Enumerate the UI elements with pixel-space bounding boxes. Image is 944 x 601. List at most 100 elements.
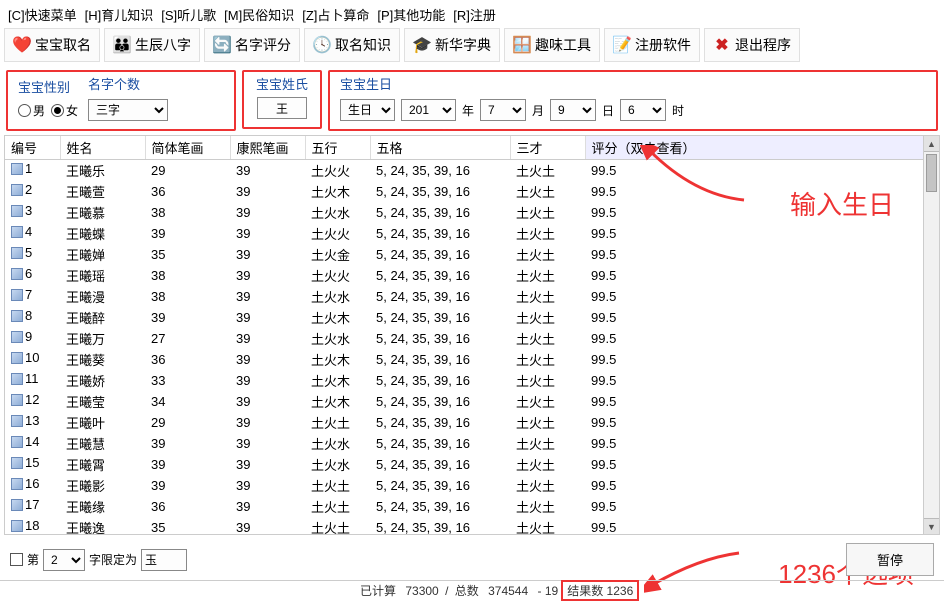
col-header-1[interactable]: 姓名 (60, 136, 145, 160)
row-icon (11, 415, 23, 427)
pause-button[interactable]: 暂停 (846, 543, 934, 576)
scroll-up-icon[interactable]: ▲ (924, 136, 939, 152)
select-month[interactable]: 7 (480, 99, 526, 121)
cell: 土火木 (305, 370, 370, 391)
table-row[interactable]: 2王曦萱3639土火木5, 24, 35, 39, 16土火土99.5 (5, 181, 939, 202)
col-header-5[interactable]: 五格 (370, 136, 510, 160)
menu-item-6[interactable]: [R]注册 (453, 5, 496, 24)
cell: 39 (230, 412, 305, 433)
select-hour[interactable]: 6 (620, 99, 666, 121)
menu-item-4[interactable]: [Z]占卜算命 (302, 5, 369, 24)
cell: 5, 24, 35, 39, 16 (370, 160, 510, 182)
cell: 36 (145, 349, 230, 370)
cell: 王曦叶 (60, 412, 145, 433)
menu-item-1[interactable]: [H]育儿知识 (85, 5, 154, 24)
tool-label-1: 生辰八字 (135, 35, 191, 55)
select-day[interactable]: 9 (550, 99, 596, 121)
table-row[interactable]: 14王曦慧3939土火水5, 24, 35, 39, 16土火土99.5 (5, 433, 939, 454)
cell: 土火金 (305, 244, 370, 265)
table-body: 1王曦乐2939土火火5, 24, 35, 39, 16土火土99.52王曦萱3… (5, 160, 939, 536)
table-row[interactable]: 7王曦漫3839土火水5, 24, 35, 39, 16土火土99.5 (5, 286, 939, 307)
table-row[interactable]: 16王曦影3939土火土5, 24, 35, 39, 16土火土99.5 (5, 475, 939, 496)
cell: 王曦慧 (60, 433, 145, 454)
tool-1[interactable]: 👪生辰八字 (104, 28, 200, 62)
col-header-2[interactable]: 简体笔画 (145, 136, 230, 160)
menu-item-3[interactable]: [M]民俗知识 (224, 5, 294, 24)
cell: 土火土 (510, 475, 585, 496)
tool-3[interactable]: 🕓取名知识 (304, 28, 400, 62)
col-header-0[interactable]: 编号 (5, 136, 60, 160)
table-row[interactable]: 3王曦慕3839土火水5, 24, 35, 39, 16土火土99.5 (5, 202, 939, 223)
cell: 土火火 (305, 265, 370, 286)
table-row[interactable]: 13王曦叶2939土火土5, 24, 35, 39, 16土火土99.5 (5, 412, 939, 433)
scroll-down-icon[interactable]: ▼ (924, 518, 939, 534)
cell: 土火土 (510, 370, 585, 391)
cell: 土火土 (305, 496, 370, 517)
input-limit-char[interactable] (141, 549, 187, 571)
select-date-type[interactable]: 生日 (340, 99, 395, 121)
cell: 99.5 (585, 349, 939, 370)
table-row[interactable]: 12王曦莹3439土火木5, 24, 35, 39, 16土火土99.5 (5, 391, 939, 412)
tool-6[interactable]: 📝注册软件 (604, 28, 700, 62)
cell: 36 (145, 181, 230, 202)
status-result-label: 结果数 (567, 582, 603, 599)
tool-2[interactable]: 🔄名字评分 (204, 28, 300, 62)
cell: 5, 24, 35, 39, 16 (370, 517, 510, 535)
col-header-7[interactable]: 评分（双击查看） (585, 136, 939, 160)
row-icon (11, 184, 23, 196)
col-header-6[interactable]: 三才 (510, 136, 585, 160)
tool-0[interactable]: ❤️宝宝取名 (4, 28, 100, 62)
table-row[interactable]: 10王曦葵3639土火木5, 24, 35, 39, 16土火土99.5 (5, 349, 939, 370)
radio-male[interactable]: 男 (18, 102, 45, 119)
tool-4[interactable]: 🎓新华字典 (404, 28, 500, 62)
table-row[interactable]: 17王曦缘3639土火土5, 24, 35, 39, 16土火土99.5 (5, 496, 939, 517)
cell: 38 (145, 202, 230, 223)
group-surname: 宝宝姓氏 (242, 70, 322, 129)
col-header-4[interactable]: 五行 (305, 136, 370, 160)
row-icon (11, 436, 23, 448)
cell: 土火土 (510, 349, 585, 370)
table-row[interactable]: 5王曦婵3539土火金5, 24, 35, 39, 16土火土99.5 (5, 244, 939, 265)
table-row[interactable]: 4王曦蝶3939土火火5, 24, 35, 39, 16土火土99.5 (5, 223, 939, 244)
select-year[interactable]: 201 (401, 99, 456, 121)
tool-5[interactable]: 🪟趣味工具 (504, 28, 600, 62)
cell: 39 (230, 223, 305, 244)
cell: 王曦葵 (60, 349, 145, 370)
cell: 35 (145, 517, 230, 535)
cell: 王曦蝶 (60, 223, 145, 244)
table-row[interactable]: 15王曦霄3939土火水5, 24, 35, 39, 16土火土99.5 (5, 454, 939, 475)
tool-icon-2: 🔄 (213, 36, 231, 54)
select-position[interactable]: 2 (43, 549, 85, 571)
cell: 6 (5, 265, 60, 282)
scrollbar-vertical[interactable]: ▲ ▼ (923, 136, 939, 534)
cell: 5, 24, 35, 39, 16 (370, 328, 510, 349)
status-mid: - 19 (538, 584, 559, 598)
table-row[interactable]: 9王曦万2739土火水5, 24, 35, 39, 16土火土99.5 (5, 328, 939, 349)
table-row[interactable]: 18王曦逸3539土火土5, 24, 35, 39, 16土火土99.5 (5, 517, 939, 535)
cell: 土火水 (305, 202, 370, 223)
input-surname[interactable] (257, 97, 307, 119)
table-row[interactable]: 8王曦醉3939土火木5, 24, 35, 39, 16土火土99.5 (5, 307, 939, 328)
cell: 39 (230, 181, 305, 202)
tool-7[interactable]: ✖退出程序 (704, 28, 800, 62)
menu-item-0[interactable]: [C]快速菜单 (8, 5, 77, 24)
table-row[interactable]: 1王曦乐2939土火火5, 24, 35, 39, 16土火土99.5 (5, 160, 939, 182)
scroll-thumb[interactable] (926, 154, 937, 192)
status-result: 1236 (607, 584, 634, 598)
table-row[interactable]: 6王曦瑶3839土火火5, 24, 35, 39, 16土火土99.5 (5, 265, 939, 286)
tool-label-0: 宝宝取名 (35, 35, 91, 55)
col-header-3[interactable]: 康熙笔画 (230, 136, 305, 160)
select-name-count[interactable]: 三字 (88, 99, 168, 121)
checkbox-position[interactable] (10, 553, 23, 566)
radio-female[interactable]: 女 (51, 102, 78, 119)
menu-item-2[interactable]: [S]听儿歌 (161, 5, 216, 24)
statusbar: 已计算 73300 / 总数 374544 - 19 结果数 1236 (0, 580, 944, 600)
cell: 土火土 (510, 244, 585, 265)
table-row[interactable]: 11王曦娇3339土火木5, 24, 35, 39, 16土火土99.5 (5, 370, 939, 391)
cell: 5, 24, 35, 39, 16 (370, 223, 510, 244)
menu-item-5[interactable]: [P]其他功能 (377, 5, 445, 24)
cell: 土火土 (510, 286, 585, 307)
cell: 39 (145, 475, 230, 496)
cell: 王曦瑶 (60, 265, 145, 286)
cell: 王曦婵 (60, 244, 145, 265)
